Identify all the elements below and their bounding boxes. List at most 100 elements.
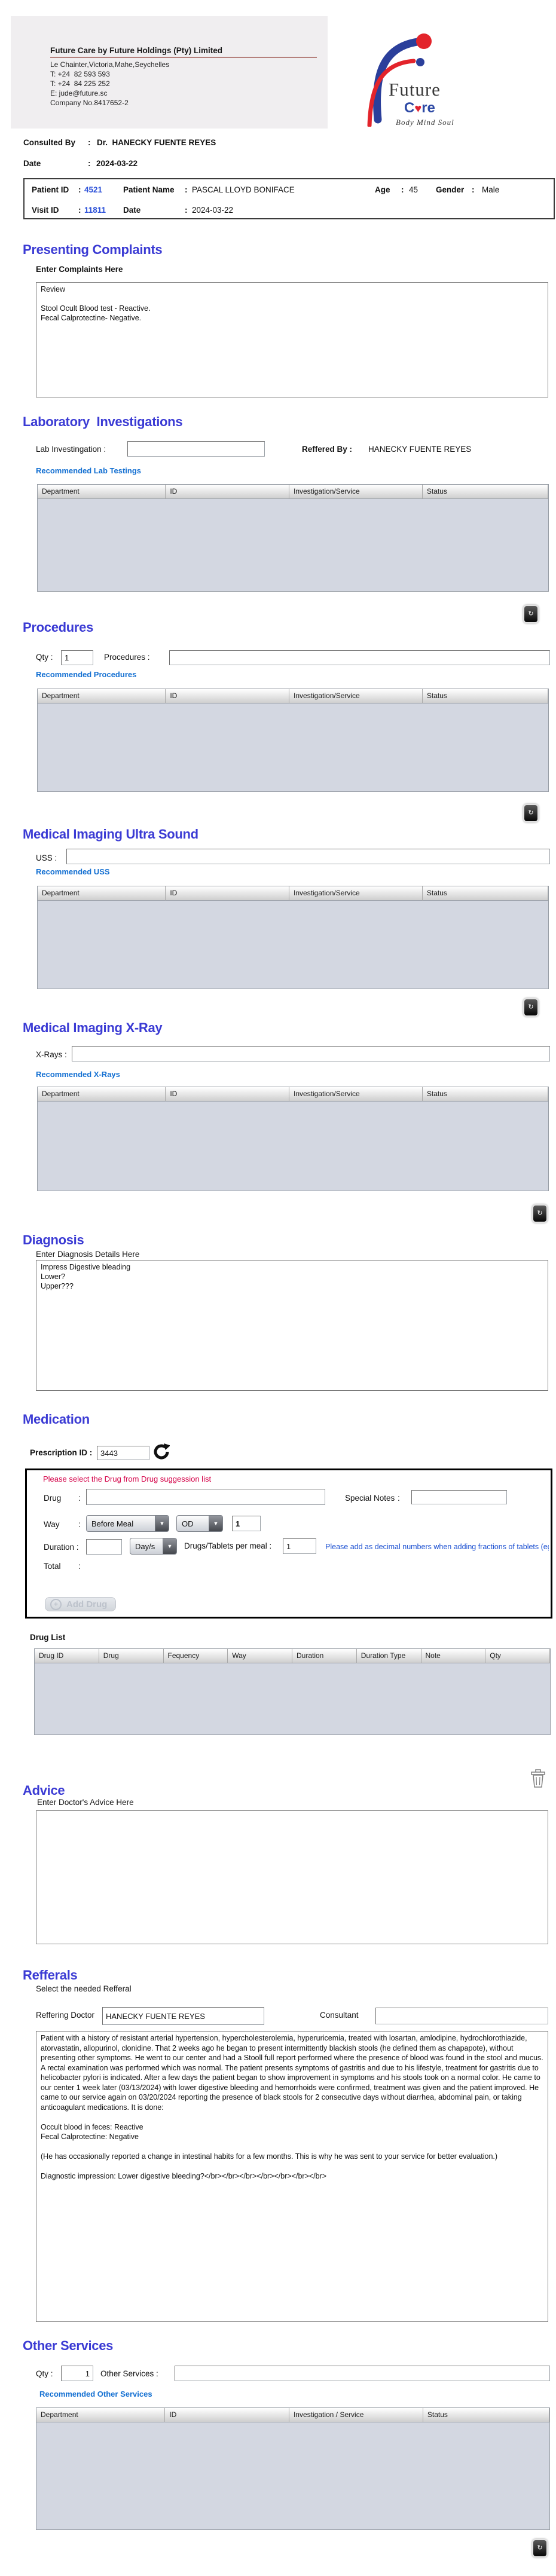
visit-date-value: 2024-03-22 <box>192 206 233 215</box>
col-investigation-service[interactable]: Investigation/Service <box>289 1087 423 1102</box>
col-department[interactable]: Department <box>38 689 166 703</box>
recommended-lab-link[interactable]: Recommended Lab Testings <box>36 466 141 475</box>
drug-list-table[interactable]: Drug ID Drug Fequency Way Duration Durat… <box>34 1648 551 1735</box>
col-status[interactable]: Status <box>423 2408 549 2422</box>
xray-table[interactable]: Department ID Investigation/Service Stat… <box>37 1087 549 1191</box>
gender-value: Male <box>482 185 499 194</box>
col-way[interactable]: Way <box>228 1649 292 1663</box>
col-status[interactable]: Status <box>423 689 548 703</box>
col-duration[interactable]: Duration <box>292 1649 357 1663</box>
other-services-table[interactable]: Department ID Investigation / Service St… <box>36 2407 550 2530</box>
refresh-icon[interactable] <box>153 1443 170 1461</box>
xray-input[interactable] <box>72 1046 550 1061</box>
duration-unit-value: Day/s <box>135 1542 155 1551</box>
procedures-qty-input[interactable] <box>61 650 93 665</box>
col-drug[interactable]: Drug <box>99 1649 164 1663</box>
xray-label: X-Rays : <box>36 1050 67 1059</box>
chevron-down-icon: ▼ <box>209 1516 222 1531</box>
delete-advice-icon[interactable] <box>530 1769 546 1788</box>
prescription-id-label: Prescription ID : <box>30 1448 92 1457</box>
delete-lab-icon[interactable]: ↻ <box>523 605 539 623</box>
col-department[interactable]: Department <box>38 1087 166 1102</box>
company-address: Le Chainter,Victoria,Mahe,Seychelles <box>50 60 169 69</box>
delete-other-services-icon[interactable]: ↻ <box>532 2539 548 2557</box>
col-id[interactable]: ID <box>165 2408 289 2422</box>
frequency-select[interactable]: OD▼ <box>176 1515 223 1532</box>
col-investigation-service[interactable]: Investigation/Service <box>289 485 423 499</box>
uss-input[interactable] <box>66 849 550 864</box>
way-qty-input[interactable] <box>232 1516 261 1531</box>
procedures-input[interactable] <box>169 650 550 665</box>
advice-sublabel: Enter Doctor's Advice Here <box>37 1798 134 1807</box>
section-title-medication: Medication <box>23 1412 90 1427</box>
lab-investigation-label: Lab Investingation : <box>36 445 106 454</box>
col-department[interactable]: Department <box>38 886 166 901</box>
section-title-procedures: Procedures <box>23 620 93 635</box>
col-status[interactable]: Status <box>423 1087 548 1102</box>
col-investigation-service[interactable]: Investigation / Service <box>289 2408 423 2422</box>
colon: : <box>401 185 404 194</box>
colon: : <box>78 1562 81 1571</box>
decimal-hint: Please add as decimal numbers when addin… <box>325 1543 549 1551</box>
col-id[interactable]: ID <box>166 485 289 499</box>
consult-date-value: 2024-03-22 <box>96 159 138 168</box>
col-id[interactable]: ID <box>166 1087 289 1102</box>
col-status[interactable]: Status <box>423 485 548 499</box>
drug-input[interactable] <box>86 1489 325 1505</box>
section-title-presenting-complaints: Presenting Complaints <box>23 242 162 258</box>
diagnosis-textarea[interactable]: Impress Digestive bleading Lower? Upper?… <box>36 1260 548 1391</box>
uss-table[interactable]: Department ID Investigation/Service Stat… <box>37 886 549 989</box>
diagnosis-sublabel: Enter Diagnosis Details Here <box>36 1250 139 1259</box>
delete-procedures-icon[interactable]: ↻ <box>523 804 539 822</box>
complaints-textarea[interactable]: Review Stool Ocult Blood test - Reactive… <box>36 282 548 397</box>
add-drug-button[interactable]: +Add Drug <box>45 1597 116 1611</box>
patient-id-value: 4521 <box>84 185 102 194</box>
company-phone-2: T: +24 84 225 252 <box>50 79 110 88</box>
col-department[interactable]: Department <box>38 485 166 499</box>
referring-doctor-label: Reffering Doctor <box>36 2011 94 2020</box>
col-investigation-service[interactable]: Investigation/Service <box>289 689 423 703</box>
way-select[interactable]: Before Meal▼ <box>86 1515 169 1532</box>
col-id[interactable]: ID <box>166 886 289 901</box>
recommended-other-link[interactable]: Recommended Other Services <box>39 2390 152 2398</box>
section-title-laboratory: Laboratory Investigations <box>23 414 182 430</box>
advice-textarea[interactable] <box>36 1810 548 1944</box>
referred-by-label: Reffered By : <box>302 445 352 454</box>
col-department[interactable]: Department <box>36 2408 165 2422</box>
col-investigation-service[interactable]: Investigation/Service <box>289 886 423 901</box>
uss-table-header: Department ID Investigation/Service Stat… <box>38 886 548 901</box>
company-number: Company No.8417652-2 <box>50 99 129 107</box>
col-status[interactable]: Status <box>423 886 548 901</box>
procedures-table[interactable]: Department ID Investigation/Service Stat… <box>37 689 549 792</box>
lab-table[interactable]: Department ID Investigation/Service Stat… <box>37 484 549 592</box>
delete-uss-icon[interactable]: ↻ <box>523 998 539 1017</box>
other-qty-input[interactable] <box>61 2366 93 2381</box>
drug-suggestion-hint: Please select the Drug from Drug suggess… <box>43 1474 211 1483</box>
section-title-xray: Medical Imaging X-Ray <box>23 1020 162 1036</box>
per-meal-input[interactable] <box>283 1538 316 1554</box>
consultant-input[interactable] <box>375 2008 548 2024</box>
referral-textarea[interactable]: Patient with a history of resistant arte… <box>36 2031 548 2322</box>
other-services-input[interactable] <box>175 2366 550 2381</box>
consultation-form-page: Future C♥re Body Mind Soul Future Care b… <box>0 0 556 2576</box>
col-id[interactable]: ID <box>166 689 289 703</box>
referring-doctor-input[interactable] <box>102 2007 264 2025</box>
col-frequency[interactable]: Fequency <box>164 1649 228 1663</box>
col-duration-type[interactable]: Duration Type <box>357 1649 421 1663</box>
col-drug-id[interactable]: Drug ID <box>35 1649 99 1663</box>
procedures-qty-label: Qty : <box>36 653 53 662</box>
duration-unit-select[interactable]: Day/s▼ <box>130 1538 177 1555</box>
recommended-xray-link[interactable]: Recommended X-Rays <box>36 1070 120 1079</box>
col-qty[interactable]: Qty <box>485 1649 550 1663</box>
total-label: Total <box>44 1562 61 1571</box>
recommended-uss-link[interactable]: Recommended USS <box>36 867 110 876</box>
way-select-value: Before Meal <box>91 1519 133 1528</box>
visit-date-label: Date <box>123 206 140 215</box>
special-notes-input[interactable] <box>411 1490 507 1504</box>
duration-input[interactable] <box>86 1539 122 1555</box>
delete-xray-icon[interactable]: ↻ <box>532 1204 548 1223</box>
col-note[interactable]: Note <box>421 1649 486 1663</box>
recommended-procedures-link[interactable]: Recommended Procedures <box>36 670 136 679</box>
lab-investigation-input[interactable] <box>127 441 265 457</box>
prescription-id-input[interactable] <box>97 1446 149 1460</box>
